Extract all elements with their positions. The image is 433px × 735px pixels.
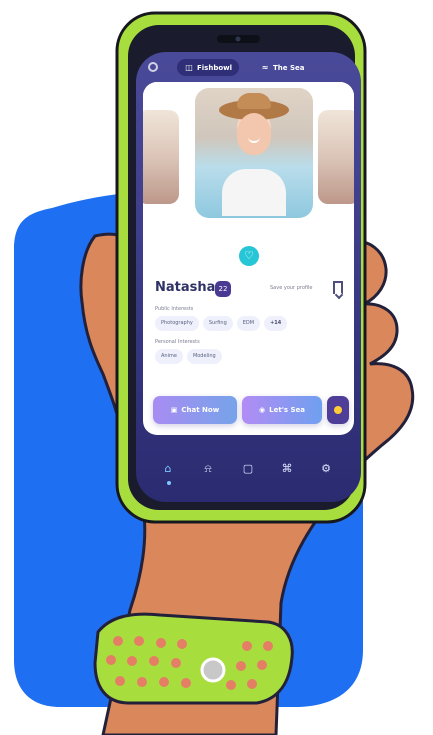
- hat-crown: [237, 93, 271, 109]
- bookmark-icon[interactable]: [333, 281, 343, 294]
- save-profile-text[interactable]: Save your profile: [270, 285, 313, 291]
- chat-now-label: Chat Now: [181, 406, 220, 414]
- home-icon[interactable]: ⌂: [160, 461, 176, 477]
- shuffle-icon[interactable]: ⌘: [279, 461, 295, 477]
- chat-now-button[interactable]: ▣ Chat Now: [153, 396, 237, 424]
- eye-icon: ◉: [259, 406, 266, 414]
- yellow-dot-icon: [334, 406, 342, 414]
- profile-card: ♡ Natasha 22 Save your profile Public In…: [143, 82, 354, 435]
- top-bar: ◫ Fishbowl ≈ The Sea: [136, 58, 361, 84]
- public-interests-list: Photography Surfing EDM +14: [155, 316, 345, 331]
- interest-chip[interactable]: Anime: [155, 349, 183, 364]
- settings-icon[interactable]: ⚙: [318, 461, 334, 477]
- active-tab-indicator: [167, 481, 171, 485]
- phone-screen: ◫ Fishbowl ≈ The Sea ♡ Natasha 22 Save y…: [136, 52, 361, 502]
- public-interests-title: Public Interests: [155, 306, 194, 312]
- wave-icon: ≈: [261, 63, 269, 72]
- tab-fishbowl[interactable]: ◫ Fishbowl: [177, 59, 240, 76]
- shirt-shape: [222, 169, 286, 216]
- action-row: ▣ Chat Now ◉ Let's Sea: [153, 396, 349, 428]
- profile-name: Natasha: [155, 280, 216, 295]
- extra-action-button[interactable]: [327, 396, 349, 424]
- fishbowl-icon: ◫: [185, 63, 193, 72]
- chat-icon: ▣: [170, 406, 178, 414]
- previous-photo[interactable]: [143, 110, 179, 204]
- illustration-stage: ◫ Fishbowl ≈ The Sea ♡ Natasha 22 Save y…: [0, 0, 433, 735]
- profile-photo[interactable]: [195, 88, 313, 218]
- lets-sea-button[interactable]: ◉ Let's Sea: [242, 396, 322, 424]
- heart-icon[interactable]: ♡: [239, 246, 259, 266]
- profile-info: Natasha 22 Save your profile Public Inte…: [155, 280, 345, 364]
- interest-chip[interactable]: EDM: [236, 316, 261, 331]
- interest-chip[interactable]: Photography: [155, 316, 199, 331]
- tab-fishbowl-label: Fishbowl: [197, 63, 233, 72]
- bell-icon[interactable]: ⍾: [200, 461, 216, 477]
- profile-circle-icon[interactable]: [148, 62, 158, 72]
- interest-chip[interactable]: Surfing: [202, 316, 233, 331]
- personal-interests-list: Anime Modeling: [155, 349, 345, 364]
- bottom-navigation: ⌂ ⍾ ▢ ⌘ ⚙: [136, 453, 361, 493]
- photo-carousel[interactable]: [143, 82, 354, 240]
- next-photo[interactable]: [318, 110, 354, 204]
- personal-interests-title: Personal Interests: [155, 339, 200, 345]
- tab-the-sea[interactable]: ≈ The Sea: [253, 59, 311, 76]
- profile-count-badge: 22: [215, 281, 231, 297]
- tab-the-sea-label: The Sea: [273, 63, 305, 72]
- lets-sea-label: Let's Sea: [269, 406, 305, 414]
- more-interests-chip[interactable]: +14: [264, 316, 288, 331]
- interest-chip[interactable]: Modeling: [186, 349, 222, 364]
- message-icon[interactable]: ▢: [240, 461, 256, 477]
- name-row: Natasha 22 Save your profile: [155, 280, 345, 298]
- face-shape: [237, 113, 271, 155]
